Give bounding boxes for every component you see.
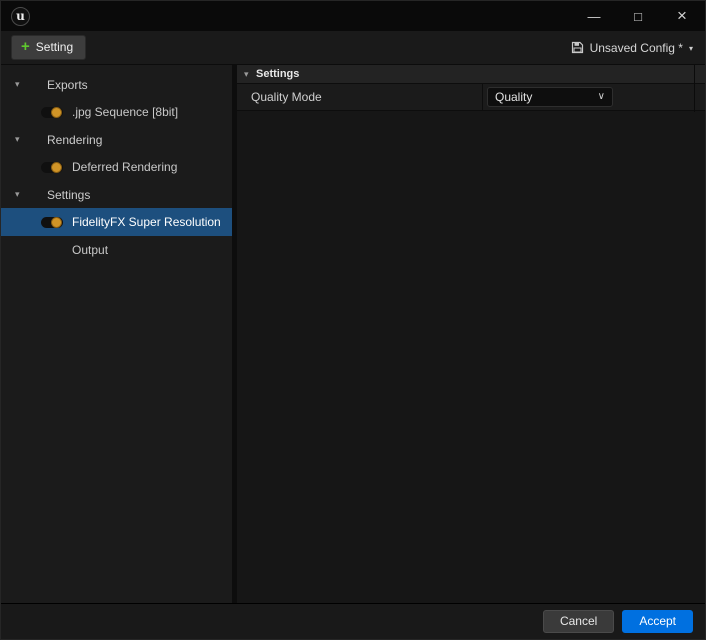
movie-render-queue-settings-window: u — □ × + Setting Unsaved Config * ▾ xyxy=(0,0,706,640)
add-setting-button[interactable]: + Setting xyxy=(11,35,86,60)
quality-mode-dropdown[interactable]: Quality ∨ xyxy=(487,87,613,107)
tree-item-output[interactable]: Output xyxy=(1,236,232,264)
toggle-switch[interactable] xyxy=(41,162,63,173)
save-icon xyxy=(571,41,584,54)
cancel-button[interactable]: Cancel xyxy=(543,610,614,633)
tree-group-exports[interactable]: ▾ Exports xyxy=(1,71,232,98)
tree-item-label: .jpg Sequence [8bit] xyxy=(72,105,178,119)
tree-item-fidelityfx-super-resolution[interactable]: FidelityFX Super Resolution xyxy=(1,208,232,236)
column-divider xyxy=(694,65,695,112)
minimize-button[interactable]: — xyxy=(581,5,607,27)
chevron-down-icon: ▾ xyxy=(15,190,25,199)
toolbar: + Setting Unsaved Config * ▾ xyxy=(1,31,705,65)
property-value-cell: Quality ∨ xyxy=(483,84,705,110)
maximize-button[interactable]: □ xyxy=(625,5,651,27)
tree-group-settings[interactable]: ▾ Settings xyxy=(1,181,232,208)
toggle-knob xyxy=(51,107,62,118)
config-dropdown[interactable]: Unsaved Config * ▾ xyxy=(571,41,695,55)
add-setting-label: Setting xyxy=(36,40,73,54)
tree-item-label: FidelityFX Super Resolution xyxy=(72,215,221,229)
property-label: Quality Mode xyxy=(237,84,483,110)
tree-group-rendering[interactable]: ▾ Rendering xyxy=(1,126,232,153)
toggle-switch[interactable] xyxy=(41,217,63,228)
footer-bar: Cancel Accept xyxy=(1,603,705,639)
titlebar: u — □ × xyxy=(1,1,705,31)
window-controls: — □ × xyxy=(581,5,695,27)
property-row-quality-mode: Quality Mode Quality ∨ xyxy=(237,84,705,111)
tree-item-jpg-sequence[interactable]: .jpg Sequence [8bit] xyxy=(1,98,232,126)
plus-icon: + xyxy=(21,42,30,52)
tree-group-label: Settings xyxy=(47,188,90,202)
details-settings-header[interactable]: ▾ Settings xyxy=(237,65,705,84)
tree-item-label: Output xyxy=(72,243,108,257)
chevron-down-icon: ▾ xyxy=(15,80,25,89)
details-panel: ▾ Settings Quality Mode Quality ∨ xyxy=(237,65,705,603)
toggle-switch[interactable] xyxy=(41,107,63,118)
tree-item-deferred-rendering[interactable]: Deferred Rendering xyxy=(1,153,232,181)
close-button[interactable]: × xyxy=(669,5,695,27)
settings-tree-sidebar: ▾ Exports .jpg Sequence [8bit] ▾ Renderi… xyxy=(1,65,232,603)
unreal-logo-icon: u xyxy=(11,7,30,26)
accept-button[interactable]: Accept xyxy=(622,610,693,633)
chevron-down-icon: ▾ xyxy=(689,42,693,53)
chevron-down-icon: ▾ xyxy=(15,135,25,144)
chevron-down-icon: ∨ xyxy=(598,92,605,102)
config-label: Unsaved Config * xyxy=(590,41,683,55)
tree-group-label: Rendering xyxy=(47,133,102,147)
main-area: ▾ Exports .jpg Sequence [8bit] ▾ Renderi… xyxy=(1,65,705,603)
unreal-logo-glyph: u xyxy=(16,10,25,22)
chevron-down-icon: ▾ xyxy=(244,70,256,79)
toggle-knob xyxy=(51,162,62,173)
tree-group-label: Exports xyxy=(47,78,88,92)
details-header-label: Settings xyxy=(256,68,299,80)
details-empty-area xyxy=(237,111,705,603)
toggle-knob xyxy=(51,217,62,228)
dropdown-selected-value: Quality xyxy=(495,90,532,104)
tree-item-label: Deferred Rendering xyxy=(72,160,177,174)
